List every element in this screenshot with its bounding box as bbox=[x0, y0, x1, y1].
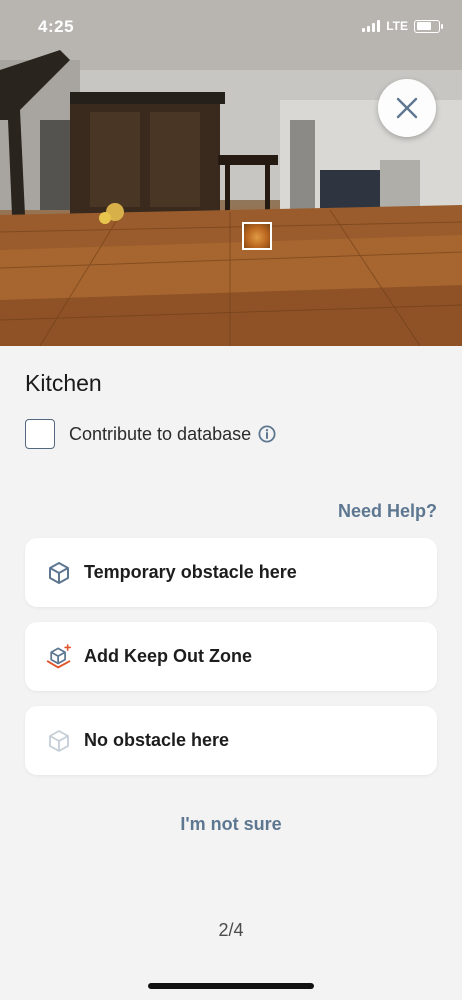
info-icon[interactable] bbox=[258, 425, 276, 443]
close-button[interactable] bbox=[378, 79, 436, 137]
not-sure-link[interactable]: I'm not sure bbox=[0, 814, 462, 835]
temporary-obstacle-button[interactable]: Temporary obstacle here bbox=[25, 538, 437, 607]
cube-outline-icon bbox=[46, 728, 72, 754]
keep-out-zone-icon bbox=[46, 643, 72, 670]
camera-photo: 4:25 LTE bbox=[0, 0, 462, 346]
status-time: 4:25 bbox=[38, 17, 75, 36]
signal-icon bbox=[362, 20, 381, 32]
contribute-row: Contribute to database bbox=[25, 419, 276, 449]
contribute-label: Contribute to database bbox=[69, 423, 252, 444]
contribute-checkbox[interactable] bbox=[25, 419, 55, 449]
battery-icon bbox=[414, 19, 443, 33]
add-keep-out-zone-button[interactable]: Add Keep Out Zone bbox=[25, 622, 437, 691]
no-obstacle-button[interactable]: No obstacle here bbox=[25, 706, 437, 775]
obstacle-marker[interactable] bbox=[242, 222, 272, 250]
option-label: No obstacle here bbox=[84, 730, 230, 750]
room-title: Kitchen bbox=[25, 370, 102, 396]
option-label: Add Keep Out Zone bbox=[84, 646, 252, 666]
home-indicator[interactable] bbox=[148, 983, 314, 989]
status-indicators: LTE bbox=[362, 19, 443, 33]
network-type: LTE bbox=[386, 19, 408, 33]
close-icon bbox=[396, 97, 418, 119]
status-bar: 4:25 LTE bbox=[0, 0, 462, 54]
page-indicator: 2/4 bbox=[218, 920, 244, 940]
option-label: Temporary obstacle here bbox=[84, 562, 297, 582]
battery-level bbox=[416, 22, 432, 30]
need-help-link[interactable]: Need Help? bbox=[338, 501, 437, 522]
cube-icon bbox=[46, 560, 72, 586]
